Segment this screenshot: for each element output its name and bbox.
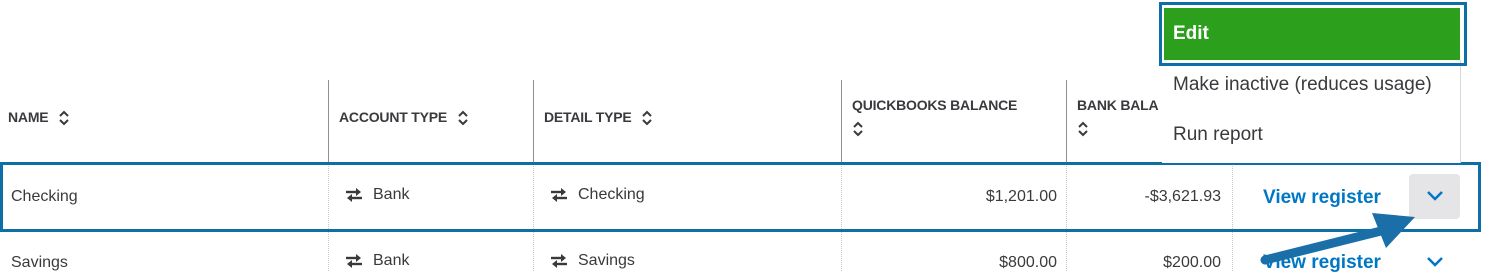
menu-border (1460, 60, 1461, 163)
sort-icon[interactable] (641, 110, 653, 126)
menu-item-make-inactive[interactable]: Make inactive (reduces usage) (1173, 74, 1432, 96)
sort-icon[interactable] (852, 121, 864, 137)
column-header-account-type[interactable]: ACCOUNT TYPE (339, 109, 469, 126)
sort-icon[interactable] (58, 110, 70, 126)
account-type-cell: Bank (345, 252, 409, 270)
chevron-down-icon[interactable] (1426, 256, 1444, 268)
column-header-bank-balance[interactable]: BANK BALA (1077, 97, 1162, 137)
account-name: Savings (11, 254, 68, 271)
menu-item-run-report[interactable]: Run report (1173, 124, 1263, 146)
column-header-name[interactable]: NAME (8, 109, 70, 126)
sort-icon[interactable] (1077, 121, 1089, 137)
column-divider (1066, 80, 1067, 164)
column-divider (328, 80, 329, 164)
quickbooks-balance: $800.00 (999, 254, 1057, 271)
detail-type-cell: Savings (550, 252, 635, 270)
edit-highlight-box (1159, 2, 1467, 66)
transfer-icon (346, 253, 362, 268)
column-divider (533, 80, 534, 164)
callout-arrow (1260, 213, 1415, 265)
transfer-icon (551, 253, 567, 268)
column-divider (841, 80, 842, 164)
bank-balance: $200.00 (1163, 254, 1221, 271)
sort-icon[interactable] (457, 110, 469, 126)
column-header-quickbooks-balance[interactable]: QUICKBOOKS BALANCE (852, 97, 1017, 137)
column-header-detail-type[interactable]: DETAIL TYPE (544, 109, 653, 126)
